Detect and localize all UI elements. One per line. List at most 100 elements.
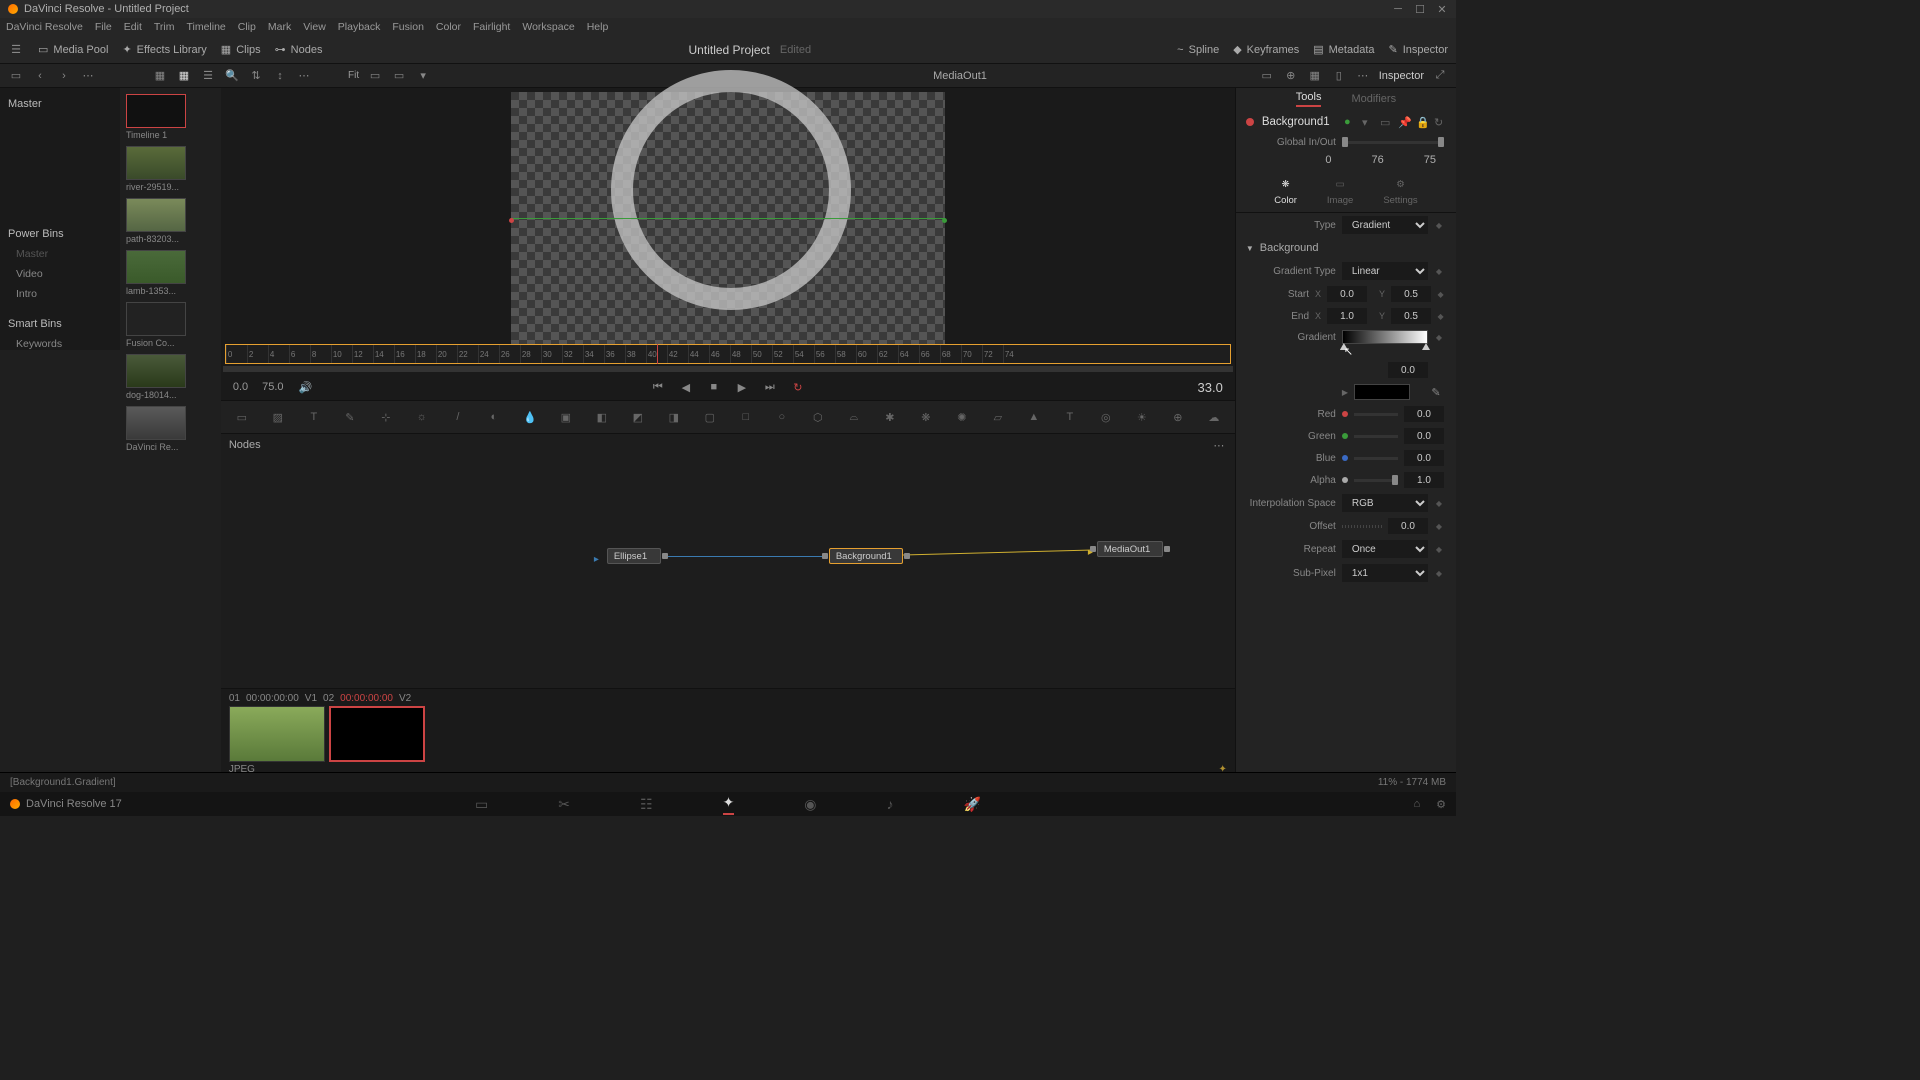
paint-tool-icon[interactable]: ✎: [341, 408, 359, 426]
camera-tool-icon[interactable]: ◎: [1097, 408, 1115, 426]
keyframe-icon[interactable]: ◆: [1434, 267, 1444, 276]
thumb-view-icon[interactable]: ▦: [176, 68, 192, 84]
red-input[interactable]: [1404, 406, 1444, 422]
clip-item[interactable]: river-29519...: [126, 146, 186, 192]
smart-bins-header[interactable]: Smart Bins: [6, 314, 114, 334]
audio-icon[interactable]: 🔊: [298, 379, 314, 395]
fusion-page-icon[interactable]: ✦: [723, 794, 735, 815]
text3d-tool-icon[interactable]: T: [1061, 408, 1079, 426]
menu-fusion[interactable]: Fusion: [392, 21, 424, 33]
end-handle[interactable]: [942, 218, 947, 223]
clip-thumb-active[interactable]: [329, 706, 425, 762]
inspector-expand-icon[interactable]: ⤢: [1432, 68, 1448, 84]
end-x-input[interactable]: [1327, 308, 1367, 324]
menu-view[interactable]: View: [303, 21, 326, 33]
matte-tool-icon[interactable]: ◩: [629, 408, 647, 426]
menu-help[interactable]: Help: [587, 21, 609, 33]
green-input[interactable]: [1404, 428, 1444, 444]
ellipse-mask[interactable]: [611, 70, 851, 310]
power-bins-header[interactable]: Power Bins: [6, 224, 114, 244]
settings-gear-icon[interactable]: ⚙: [1436, 798, 1446, 811]
blur-tool-icon[interactable]: 💧: [521, 408, 539, 426]
enable-icon[interactable]: ●: [1344, 116, 1356, 128]
menu-trim[interactable]: Trim: [154, 21, 175, 33]
menu-fairlight[interactable]: Fairlight: [473, 21, 510, 33]
metadata-view-icon[interactable]: ▦: [152, 68, 168, 84]
viewer-canvas[interactable]: [511, 92, 945, 344]
media-pool-button[interactable]: ▭Media Pool: [38, 43, 108, 56]
menu-workspace[interactable]: Workspace: [522, 21, 574, 33]
crop-tool-icon[interactable]: ▢: [701, 408, 719, 426]
fairlight-page-icon[interactable]: ♪: [887, 796, 894, 812]
list-view-icon[interactable]: ☰: [200, 68, 216, 84]
red-slider[interactable]: [1354, 413, 1398, 416]
search-icon[interactable]: 🔍: [224, 68, 240, 84]
filter-icon[interactable]: ⇅: [248, 68, 264, 84]
keyframe-icon[interactable]: ◆: [1437, 290, 1444, 299]
global-inout-slider[interactable]: [1342, 141, 1444, 144]
library-icon[interactable]: ☰: [8, 42, 24, 58]
keyframes-button[interactable]: ◆Keyframes: [1233, 43, 1299, 56]
resize-tool-icon[interactable]: ◨: [665, 408, 683, 426]
clip-thumb[interactable]: [229, 706, 325, 762]
view-global-icon[interactable]: ⊕: [1283, 68, 1299, 84]
brightness-tool-icon[interactable]: ☼: [413, 408, 431, 426]
options-icon[interactable]: ⋯: [296, 68, 312, 84]
light-tool-icon[interactable]: ☀: [1133, 408, 1151, 426]
keyframe-icon[interactable]: ◆: [1434, 522, 1444, 531]
clip-item[interactable]: Fusion Co...: [126, 302, 186, 348]
color-swatch[interactable]: [1354, 384, 1410, 400]
shape3d-tool-icon[interactable]: ▲: [1025, 408, 1043, 426]
viewer-drop-icon[interactable]: ▾: [415, 68, 431, 84]
view-grid-icon[interactable]: ▦: [1307, 68, 1323, 84]
back-icon[interactable]: ‹: [32, 68, 48, 84]
play-icon[interactable]: ▶: [734, 379, 750, 395]
menu-clip[interactable]: Clip: [238, 21, 256, 33]
nodes-button[interactable]: ⊶Nodes: [275, 43, 323, 56]
merge3d-tool-icon[interactable]: ⊕: [1169, 408, 1187, 426]
nodes-options-icon[interactable]: ⋯: [1211, 437, 1227, 453]
maximize-icon[interactable]: ☐: [1414, 3, 1426, 15]
master-bin[interactable]: Master: [6, 94, 114, 114]
offset-slider[interactable]: [1342, 525, 1382, 528]
cut-page-icon[interactable]: ✂: [558, 796, 570, 813]
menu-playback[interactable]: Playback: [338, 21, 381, 33]
clip-item[interactable]: lamb-1353...: [126, 250, 186, 296]
merge-tool-icon[interactable]: ▣: [557, 408, 575, 426]
gradient-bar[interactable]: [1342, 330, 1428, 344]
bin-item[interactable]: Video: [6, 264, 114, 284]
new-icon[interactable]: ▭: [1380, 116, 1392, 128]
text-tool-icon[interactable]: T: [305, 408, 323, 426]
polygon-tool-icon[interactable]: ⬡: [809, 408, 827, 426]
menu-timeline[interactable]: Timeline: [186, 21, 225, 33]
keyframe-icon[interactable]: ◆: [1434, 221, 1444, 230]
forward-icon[interactable]: ›: [56, 68, 72, 84]
pin-icon[interactable]: 📌: [1398, 116, 1410, 128]
keyframe-icon[interactable]: ◆: [1434, 333, 1444, 342]
media-page-icon[interactable]: ▭: [475, 796, 488, 813]
tracker-tool-icon[interactable]: ⊹: [377, 408, 395, 426]
pemitter-tool-icon[interactable]: ✺: [953, 408, 971, 426]
keywords-bin[interactable]: Keywords: [6, 334, 114, 354]
stop-icon[interactable]: ■: [706, 379, 722, 395]
clip-item[interactable]: path-83203...: [126, 198, 186, 244]
clips-button[interactable]: ▦Clips: [221, 43, 261, 56]
blue-slider[interactable]: [1354, 457, 1398, 460]
prender-tool-icon[interactable]: ❋: [917, 408, 935, 426]
node-ellipse[interactable]: Ellipse1: [607, 548, 661, 564]
view-rect-icon[interactable]: ▭: [1259, 68, 1275, 84]
blue-input[interactable]: [1404, 450, 1444, 466]
tab-tools[interactable]: Tools: [1296, 91, 1322, 107]
eyedropper-icon[interactable]: ✎: [1428, 384, 1444, 400]
viewer-a-icon[interactable]: ▭: [367, 68, 383, 84]
image-plane-tool-icon[interactable]: ▱: [989, 408, 1007, 426]
sort-icon[interactable]: ↕: [272, 68, 288, 84]
menu-edit[interactable]: Edit: [124, 21, 142, 33]
time-ruler[interactable]: 0246810121416182022242628303234363840424…: [225, 344, 1231, 364]
home-icon[interactable]: ⌂: [1413, 798, 1420, 811]
clip-item[interactable]: DaVinci Re...: [126, 406, 186, 452]
loop-icon[interactable]: ↻: [790, 379, 806, 395]
node-mediaout[interactable]: MediaOut1: [1097, 541, 1163, 557]
nodes-canvas[interactable]: Ellipse1 Background1 MediaOut1 ▸ ▸: [221, 456, 1235, 688]
bin-mode-icon[interactable]: ▭: [8, 68, 24, 84]
